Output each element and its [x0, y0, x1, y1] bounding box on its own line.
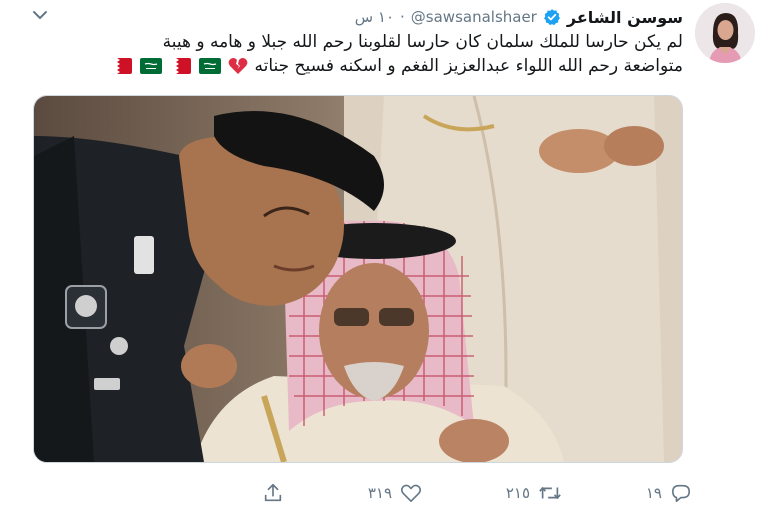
tweet-actions: ١٩ ٢١٥ ٣١٩: [262, 478, 692, 508]
tweet-text-line-2-wrap: متواضعة رحم الله اللواء عبدالعزيز الفغم …: [43, 54, 683, 78]
share-icon: [264, 483, 282, 502]
separator-dot: ·: [400, 8, 405, 26]
tweet-media-photo[interactable]: [33, 95, 683, 463]
author-handle[interactable]: @sawsanalshaer: [411, 8, 537, 26]
reply-icon: [672, 484, 691, 502]
like-count: ٣١٩: [367, 484, 393, 502]
share-button[interactable]: [262, 482, 284, 504]
timestamp[interactable]: ١٠ س: [355, 8, 394, 26]
author-name[interactable]: سوسن الشاعر: [567, 8, 683, 27]
verified-badge-icon: [543, 9, 560, 26]
tweet-header: سوسن الشاعر @sawsanalshaer · ١٠ س: [355, 4, 683, 30]
avatar[interactable]: [695, 3, 755, 63]
saudi-flag-icon: [198, 58, 221, 74]
retweet-count: ٢١٥: [505, 484, 531, 502]
reply-count: ١٩: [645, 484, 662, 502]
like-button[interactable]: ٣١٩: [368, 483, 422, 503]
chevron-down-icon[interactable]: [32, 8, 48, 22]
reply-button[interactable]: ١٩: [646, 483, 692, 503]
tweet-text-line: لم يكن حارسا للملك سلمان كان حارسا لقلوب…: [162, 32, 683, 52]
broken-heart-icon: [228, 57, 248, 74]
retweet-button[interactable]: ٢١٥: [506, 483, 562, 503]
tweet-text-line: متواضعة رحم الله اللواء عبدالعزيز الفغم …: [254, 56, 683, 76]
tweet-text: لم يكن حارسا للملك سلمان كان حارسا لقلوب…: [43, 30, 683, 78]
tweet: سوسن الشاعر @sawsanalshaer · ١٠ س لم يكن…: [0, 0, 768, 516]
bahrain-flag-icon: [169, 58, 192, 74]
like-icon: [400, 484, 422, 502]
saudi-flag-icon: [139, 58, 162, 74]
bahrain-flag-icon: [110, 58, 133, 74]
retweet-icon: [539, 487, 561, 499]
